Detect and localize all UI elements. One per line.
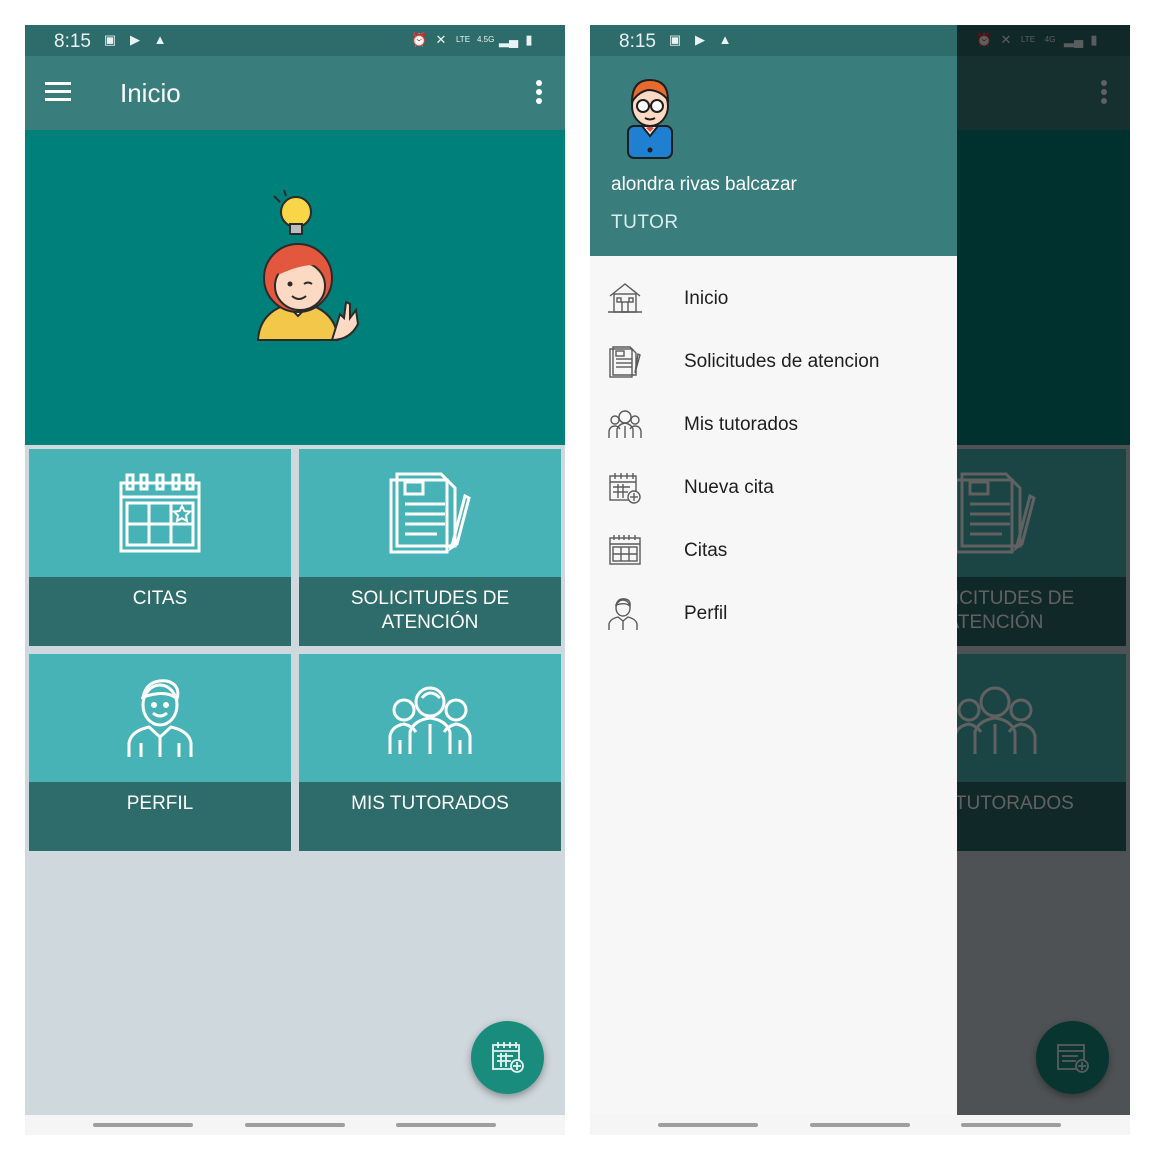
calendar-add-icon <box>492 1042 524 1073</box>
solicitudes-tile[interactable]: SOLICITUDES DE ATENCIÓN <box>299 449 561 646</box>
status-bar: 8:15 ▣ ▶ ▲ <box>590 25 957 56</box>
drawer-item-label: Inicio <box>684 288 729 309</box>
tile-label: PERFIL <box>126 793 194 814</box>
home-screen: 8:15 ▣ ▶ ▲ ⏰ ✕ LTE 4.5G ▂▄ ▮ Inicio CITA… <box>25 25 565 1135</box>
home-icon <box>608 283 642 313</box>
gallery-icon: ▣ <box>103 32 117 47</box>
hero-banner <box>25 130 565 445</box>
user-name: alondra rivas balcazar <box>611 174 797 195</box>
navigation-drawer: 8:15 ▣ ▶ ▲ alondra rivas balcazar TUTOR … <box>590 25 957 1115</box>
tile-label: CITAS <box>132 588 188 609</box>
system-nav-bar <box>25 1115 565 1135</box>
drawer-item-label: Solicitudes de atencion <box>684 351 880 372</box>
group-icon <box>388 686 472 754</box>
tile-icon-area <box>29 654 291 782</box>
status-time: 8:15 <box>619 31 656 52</box>
home-button[interactable] <box>245 1123 345 1127</box>
user-role: TUTOR <box>611 212 679 233</box>
page-title: Inicio <box>120 78 181 108</box>
menu-button[interactable] <box>45 80 77 106</box>
mis-tutorados-tile[interactable]: MIS TUTORADOS <box>299 654 561 851</box>
calendar-add-icon <box>609 473 641 504</box>
play-store-icon: ▶ <box>130 32 140 47</box>
tile-icon-area <box>299 654 561 782</box>
calendar-star-icon <box>119 473 201 553</box>
play-store-icon: ▶ <box>695 32 705 47</box>
more-vert-icon <box>536 80 542 104</box>
gallery-icon: ▣ <box>668 32 682 47</box>
drawer-item-citas[interactable]: Citas <box>590 521 957 581</box>
group-icon <box>608 410 642 438</box>
perfil-tile[interactable]: PERFIL <box>29 654 291 851</box>
warning-icon: ▲ <box>718 32 732 47</box>
tile-label: SOLICITUDES DE ATENCIÓN <box>350 588 510 633</box>
warning-icon: ▲ <box>153 32 167 47</box>
status-bar: 8:15 ▣ ▶ ▲ ⏰ ✕ LTE 4.5G ▂▄ ▮ <box>25 25 565 56</box>
document-pen-icon <box>389 472 471 554</box>
alarm-icon: ⏰ <box>411 32 428 47</box>
drawer-item-label: Mis tutorados <box>684 414 799 435</box>
tile-icon-area <box>29 449 291 577</box>
home-button[interactable] <box>810 1123 910 1127</box>
person-icon <box>127 679 193 757</box>
document-icon <box>609 346 641 378</box>
drawer-item-solicitudes[interactable]: Solicitudes de atencion <box>590 332 957 392</box>
tile-icon-area <box>299 449 561 577</box>
battery-icon: ▮ <box>525 32 533 47</box>
new-appointment-fab[interactable] <box>471 1021 544 1094</box>
citas-tile[interactable]: CITAS <box>29 449 291 646</box>
avatar <box>627 78 673 159</box>
drawer-header: alondra rivas balcazar TUTOR <box>590 56 957 256</box>
drawer-item-mis-tutorados[interactable]: Mis tutorados <box>590 395 957 455</box>
back-button[interactable] <box>961 1123 1061 1127</box>
drawer-item-label: Nueva cita <box>684 477 774 498</box>
welcome-illustration-icon <box>256 190 360 342</box>
drawer-item-inicio[interactable]: Inicio <box>590 269 957 329</box>
person-icon <box>608 598 638 630</box>
drawer-item-nueva-cita[interactable]: Nueva cita <box>590 458 957 518</box>
drawer-item-label: Perfil <box>684 603 728 624</box>
status-time: 8:15 <box>54 31 91 52</box>
drawer-item-label: Citas <box>684 540 728 561</box>
network-type-icon: 4.5G <box>477 35 495 44</box>
drawer-item-perfil[interactable]: Perfil <box>590 584 957 644</box>
system-nav-bar <box>590 1115 1130 1135</box>
hamburger-icon <box>45 82 71 101</box>
back-button[interactable] <box>396 1123 496 1127</box>
recent-apps-button[interactable] <box>93 1123 193 1127</box>
volte-icon: LTE <box>455 35 471 44</box>
signal-icon: ▂▄ <box>499 32 519 47</box>
calendar-icon <box>609 535 641 565</box>
recent-apps-button[interactable] <box>658 1123 758 1127</box>
app-bar: Inicio <box>25 56 565 130</box>
home-screen-drawer-open: 8:15 ▣ ▶ ▲ ⏰ ✕ LTE 4G ▂▄ ▮ <box>590 25 1130 1135</box>
tile-label: MIS TUTORADOS <box>351 793 509 814</box>
mute-icon: ✕ <box>435 32 447 47</box>
overflow-menu-button[interactable] <box>529 78 549 108</box>
